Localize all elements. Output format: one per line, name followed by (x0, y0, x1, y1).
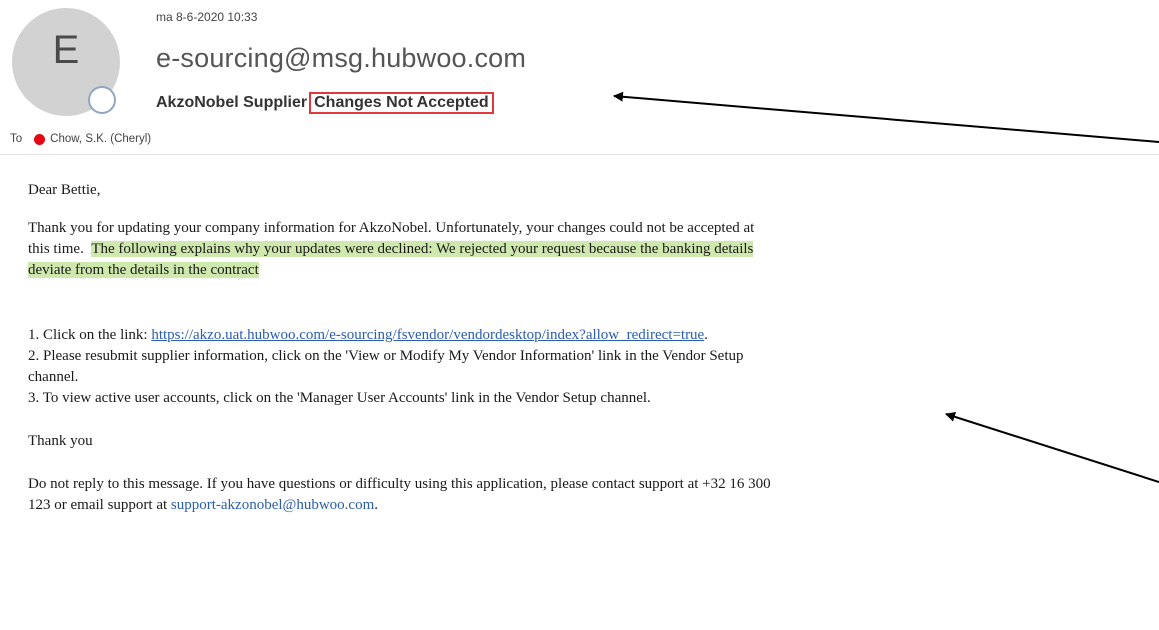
annotation-arrow-subject (613, 91, 1159, 143)
annotation-arrow-link (945, 411, 1159, 483)
annotation-arrows (613, 91, 1159, 483)
